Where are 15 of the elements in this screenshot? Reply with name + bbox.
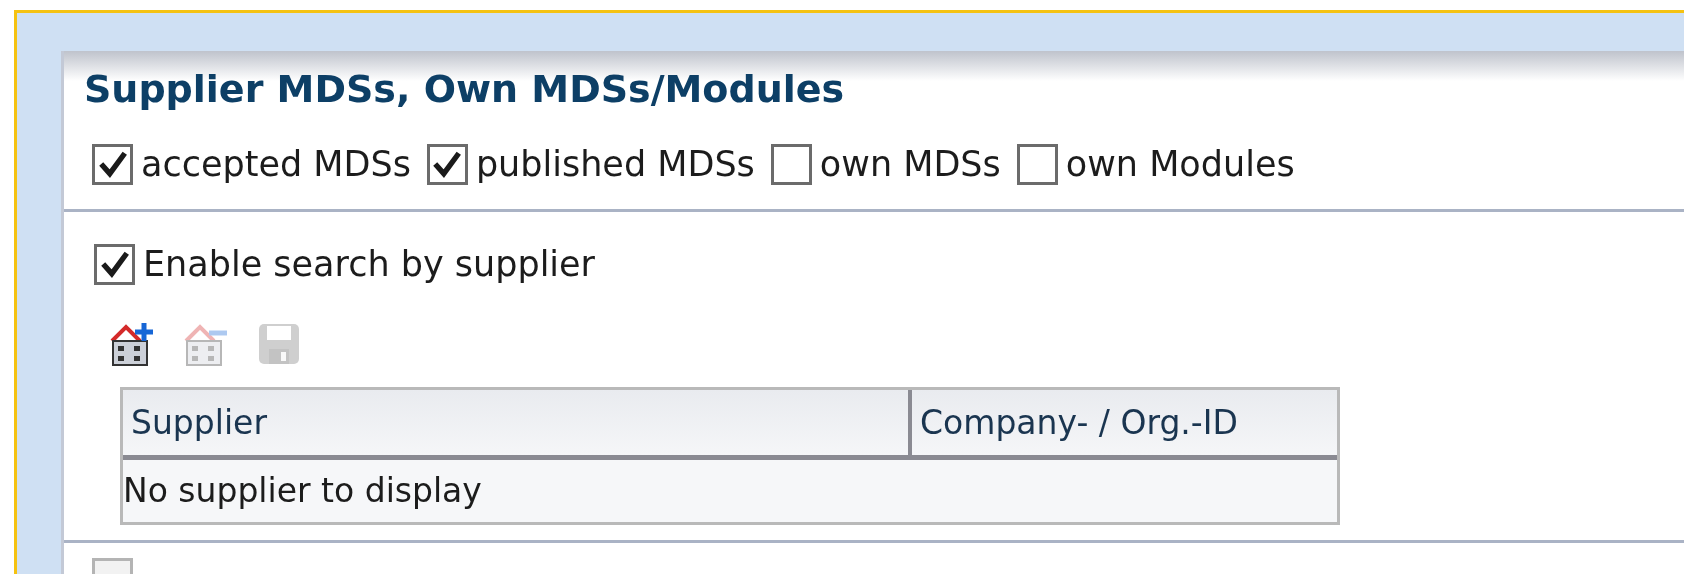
checkbox-label: Enable search by supplier <box>143 243 595 286</box>
checkbox[interactable] <box>92 143 133 185</box>
checkbox[interactable] <box>1016 143 1058 185</box>
column-header[interactable]: Supplier <box>123 390 912 455</box>
column-header[interactable]: Company- / Org.-ID <box>912 390 1337 455</box>
panel-title: Supplier MDSs, Own MDSs/Modules <box>84 66 846 113</box>
empty-message: No supplier to display <box>123 470 482 513</box>
checkbox[interactable] <box>94 243 135 285</box>
checkbox[interactable] <box>770 143 812 185</box>
checkbox-label: own Modules <box>1065 143 1295 186</box>
checkbox-label: published MDSs <box>475 143 755 186</box>
add-building-icon[interactable] <box>108 321 154 367</box>
checkbox-label: own MDSs <box>819 143 1001 186</box>
checkbox-label: accepted MDSs <box>141 143 411 186</box>
checkbox[interactable] <box>426 143 468 185</box>
